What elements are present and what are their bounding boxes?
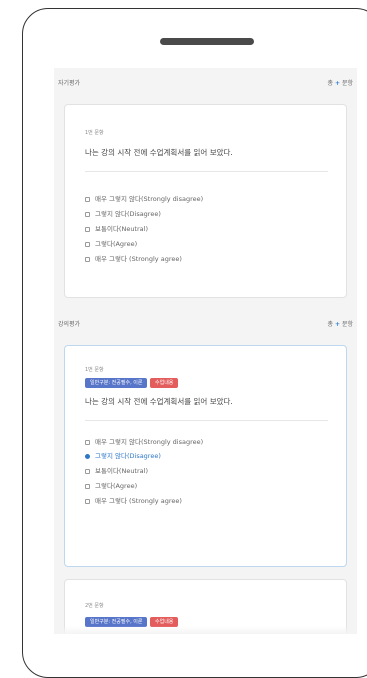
section-header-self: 자기평가 총 + 문항 — [54, 74, 357, 90]
scroll-fade — [54, 626, 357, 634]
question-text: 나는 강의 시작 전에 수업계획서를 읽어 보았다. — [85, 397, 233, 406]
option-strongly-disagree[interactable]: 매우 그렇지 않다(Strongly disagree) — [85, 436, 203, 446]
checkbox-icon — [85, 226, 90, 232]
phone-speaker — [160, 38, 254, 45]
checkbox-icon — [85, 241, 90, 247]
content-tag: 수업내용 — [150, 378, 179, 388]
option-neutral[interactable]: 보통이다(Neutral) — [85, 465, 148, 475]
checkbox-icon — [85, 468, 90, 474]
checkbox-icon — [85, 256, 90, 262]
checkbox-icon — [85, 483, 90, 489]
question-text: 나는 강의 시작 전에 수업계획서를 읽어 보았다. — [85, 148, 233, 157]
checkbox-icon — [85, 439, 90, 445]
survey-screen[interactable]: 자기평가 총 + 문항 1번 문항 나는 강의 시작 전에 수업계획서를 읽어 … — [54, 68, 357, 634]
question-card: 1번 문항 나는 강의 시작 전에 수업계획서를 읽어 보았다. 매우 그렇지 … — [64, 104, 347, 298]
option-strongly-agree[interactable]: 매우 그렇다 (Strongly agree) — [85, 495, 182, 505]
question-number: 1번 문항 — [85, 130, 104, 136]
radio-selected-icon — [85, 453, 90, 459]
section-header-course: 강의평가 총 + 문항 — [54, 315, 357, 331]
checkbox-icon — [85, 196, 90, 202]
divider — [85, 171, 328, 172]
option-disagree[interactable]: 그렇지 않다(Disagree) — [85, 208, 161, 218]
divider — [85, 420, 328, 421]
section-count: 총 + 문항 — [327, 321, 353, 328]
section-count: 총 + 문항 — [327, 80, 353, 87]
question-number: 1번 문항 — [85, 367, 104, 373]
question-number: 2번 문항 — [85, 603, 104, 609]
option-agree[interactable]: 그렇다(Agree) — [85, 238, 137, 248]
option-neutral[interactable]: 보통이다(Neutral) — [85, 223, 148, 233]
option-strongly-disagree[interactable]: 매우 그렇지 않다(Strongly disagree) — [85, 193, 203, 203]
option-disagree-selected[interactable]: 그렇지 않다(Disagree) — [85, 450, 161, 460]
checkbox-icon — [85, 498, 90, 504]
option-agree[interactable]: 그렇다(Agree) — [85, 480, 137, 490]
category-tag: 일반구분: 전공필수, 이론 — [85, 378, 148, 388]
question-card-active: 1번 문항 일반구분: 전공필수, 이론 수업내용 나는 강의 시작 전에 수업… — [64, 345, 347, 567]
section-title: 강의평가 — [58, 321, 81, 328]
option-strongly-agree[interactable]: 매우 그렇다 (Strongly agree) — [85, 253, 182, 263]
checkbox-icon — [85, 211, 90, 217]
section-title: 자기평가 — [58, 80, 81, 87]
